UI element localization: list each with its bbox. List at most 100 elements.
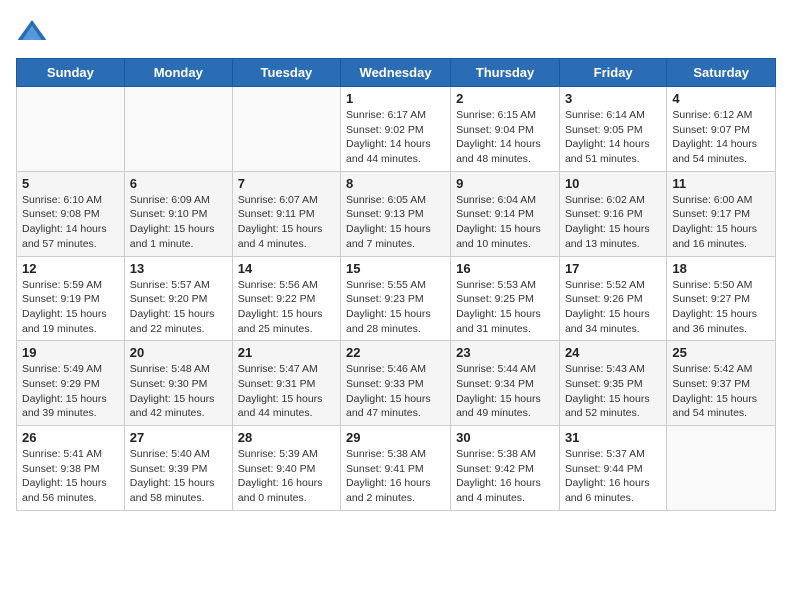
calendar-cell (232, 87, 340, 172)
calendar-cell: 10Sunrise: 6:02 AMSunset: 9:16 PMDayligh… (559, 171, 666, 256)
calendar-week-row: 19Sunrise: 5:49 AMSunset: 9:29 PMDayligh… (17, 341, 776, 426)
day-number: 15 (346, 261, 445, 276)
day-info: Sunrise: 6:10 AMSunset: 9:08 PMDaylight:… (22, 193, 119, 252)
calendar-cell: 4 Sunrise: 6:12 AMSunset: 9:07 PMDaylight… (667, 87, 776, 172)
calendar-cell: 15 Sunrise: 5:55 AMSunset: 9:23 PMDayligh… (341, 256, 451, 341)
day-info: Sunrise: 5:42 AMSunset: 9:37 PMDaylight:… (672, 362, 770, 421)
calendar-cell: 30 Sunrise: 5:38 AMSunset: 9:42 PMDayligh… (451, 426, 560, 511)
logo-icon (16, 16, 48, 48)
day-info: Sunrise: 5:38 AMSunset: 9:42 PMDaylight:… (456, 447, 554, 506)
calendar-cell: 25 Sunrise: 5:42 AMSunset: 9:37 PMDayligh… (667, 341, 776, 426)
day-number: 24 (565, 345, 661, 360)
day-number: 26 (22, 430, 119, 445)
day-number: 21 (238, 345, 335, 360)
calendar-cell: 13 Sunrise: 5:57 AMSunset: 9:20 PMDayligh… (124, 256, 232, 341)
day-info: Sunrise: 5:41 AMSunset: 9:38 PMDaylight:… (22, 447, 119, 506)
day-info: Sunrise: 5:57 AMSunset: 9:20 PMDaylight:… (130, 278, 227, 337)
day-number: 18 (672, 261, 770, 276)
day-info: Sunrise: 6:15 AMSunset: 9:04 PMDaylight:… (456, 108, 554, 167)
calendar-cell: 26 Sunrise: 5:41 AMSunset: 9:38 PMDayligh… (17, 426, 125, 511)
day-number: 31 (565, 430, 661, 445)
day-number: 25 (672, 345, 770, 360)
day-info: Sunrise: 5:39 AMSunset: 9:40 PMDaylight:… (238, 447, 335, 506)
day-info: Sunrise: 5:46 AMSunset: 9:33 PMDaylight:… (346, 362, 445, 421)
calendar-week-row: 1Sunrise: 6:17 AMSunset: 9:02 PMDaylight… (17, 87, 776, 172)
day-number: 8 (346, 176, 445, 191)
weekday-header: Sunday (17, 59, 125, 87)
page-header (16, 16, 776, 48)
calendar-cell: 21 Sunrise: 5:47 AMSunset: 9:31 PMDayligh… (232, 341, 340, 426)
day-number: 19 (22, 345, 119, 360)
calendar-cell: 17 Sunrise: 5:52 AMSunset: 9:26 PMDayligh… (559, 256, 666, 341)
calendar-cell: 31 Sunrise: 5:37 AMSunset: 9:44 PMDayligh… (559, 426, 666, 511)
calendar-week-row: 12Sunrise: 5:59 AMSunset: 9:19 PMDayligh… (17, 256, 776, 341)
day-info: Sunrise: 5:47 AMSunset: 9:31 PMDaylight:… (238, 362, 335, 421)
calendar-cell: 2Sunrise: 6:15 AMSunset: 9:04 PMDaylight… (451, 87, 560, 172)
calendar-week-row: 26 Sunrise: 5:41 AMSunset: 9:38 PMDayligh… (17, 426, 776, 511)
calendar-cell: 8 Sunrise: 6:05 AMSunset: 9:13 PMDaylight… (341, 171, 451, 256)
calendar-week-row: 5 Sunrise: 6:10 AMSunset: 9:08 PMDaylight… (17, 171, 776, 256)
day-info: Sunrise: 6:04 AMSunset: 9:14 PMDaylight:… (456, 193, 554, 252)
day-info: Sunrise: 5:55 AMSunset: 9:23 PMDaylight:… (346, 278, 445, 337)
day-info: Sunrise: 6:09 AMSunset: 9:10 PMDaylight:… (130, 193, 227, 252)
calendar-cell: 24 Sunrise: 5:43 AMSunset: 9:35 PMDayligh… (559, 341, 666, 426)
day-number: 27 (130, 430, 227, 445)
calendar-cell: 27 Sunrise: 5:40 AMSunset: 9:39 PMDayligh… (124, 426, 232, 511)
day-info: Sunrise: 6:07 AMSunset: 9:11 PMDaylight:… (238, 193, 335, 252)
day-info: Sunrise: 5:48 AMSunset: 9:30 PMDaylight:… (130, 362, 227, 421)
day-number: 3 (565, 91, 661, 106)
day-number: 17 (565, 261, 661, 276)
logo (16, 16, 52, 48)
day-info: Sunrise: 5:56 AMSunset: 9:22 PMDaylight:… (238, 278, 335, 337)
day-number: 7 (238, 176, 335, 191)
day-number: 11 (672, 176, 770, 191)
day-number: 20 (130, 345, 227, 360)
weekday-header: Saturday (667, 59, 776, 87)
day-number: 4 (672, 91, 770, 106)
calendar-cell: 3Sunrise: 6:14 AMSunset: 9:05 PMDaylight… (559, 87, 666, 172)
calendar-cell: 11 Sunrise: 6:00 AMSunset: 9:17 PMDayligh… (667, 171, 776, 256)
weekday-header: Tuesday (232, 59, 340, 87)
calendar-cell: 28 Sunrise: 5:39 AMSunset: 9:40 PMDayligh… (232, 426, 340, 511)
day-info: Sunrise: 5:43 AMSunset: 9:35 PMDaylight:… (565, 362, 661, 421)
day-info: Sunrise: 5:37 AMSunset: 9:44 PMDaylight:… (565, 447, 661, 506)
weekday-header: Friday (559, 59, 666, 87)
weekday-header: Thursday (451, 59, 560, 87)
day-info: Sunrise: 5:59 AMSunset: 9:19 PMDaylight:… (22, 278, 119, 337)
day-number: 10 (565, 176, 661, 191)
day-number: 28 (238, 430, 335, 445)
calendar-cell: 22 Sunrise: 5:46 AMSunset: 9:33 PMDayligh… (341, 341, 451, 426)
day-number: 16 (456, 261, 554, 276)
calendar-cell (124, 87, 232, 172)
calendar-cell: 18Sunrise: 5:50 AMSunset: 9:27 PMDayligh… (667, 256, 776, 341)
day-info: Sunrise: 5:52 AMSunset: 9:26 PMDaylight:… (565, 278, 661, 337)
day-number: 13 (130, 261, 227, 276)
calendar-cell: 19Sunrise: 5:49 AMSunset: 9:29 PMDayligh… (17, 341, 125, 426)
calendar-cell: 23Sunrise: 5:44 AMSunset: 9:34 PMDayligh… (451, 341, 560, 426)
calendar-cell: 1Sunrise: 6:17 AMSunset: 9:02 PMDaylight… (341, 87, 451, 172)
day-number: 1 (346, 91, 445, 106)
calendar-cell (17, 87, 125, 172)
calendar-table: SundayMondayTuesdayWednesdayThursdayFrid… (16, 58, 776, 511)
day-number: 30 (456, 430, 554, 445)
calendar-cell: 29 Sunrise: 5:38 AMSunset: 9:41 PMDayligh… (341, 426, 451, 511)
day-number: 5 (22, 176, 119, 191)
weekday-header: Wednesday (341, 59, 451, 87)
day-info: Sunrise: 6:05 AMSunset: 9:13 PMDaylight:… (346, 193, 445, 252)
calendar-cell: 12Sunrise: 5:59 AMSunset: 9:19 PMDayligh… (17, 256, 125, 341)
day-number: 29 (346, 430, 445, 445)
calendar-cell: 7 Sunrise: 6:07 AMSunset: 9:11 PMDaylight… (232, 171, 340, 256)
day-info: Sunrise: 5:40 AMSunset: 9:39 PMDaylight:… (130, 447, 227, 506)
day-info: Sunrise: 6:12 AMSunset: 9:07 PMDaylight:… (672, 108, 770, 167)
day-number: 22 (346, 345, 445, 360)
day-info: Sunrise: 6:00 AMSunset: 9:17 PMDaylight:… (672, 193, 770, 252)
day-info: Sunrise: 5:53 AMSunset: 9:25 PMDaylight:… (456, 278, 554, 337)
calendar-cell: 5 Sunrise: 6:10 AMSunset: 9:08 PMDaylight… (17, 171, 125, 256)
day-info: Sunrise: 5:38 AMSunset: 9:41 PMDaylight:… (346, 447, 445, 506)
weekday-header: Monday (124, 59, 232, 87)
weekday-header-row: SundayMondayTuesdayWednesdayThursdayFrid… (17, 59, 776, 87)
calendar-cell (667, 426, 776, 511)
calendar-cell: 20 Sunrise: 5:48 AMSunset: 9:30 PMDayligh… (124, 341, 232, 426)
calendar-cell: 6 Sunrise: 6:09 AMSunset: 9:10 PMDaylight… (124, 171, 232, 256)
day-number: 6 (130, 176, 227, 191)
